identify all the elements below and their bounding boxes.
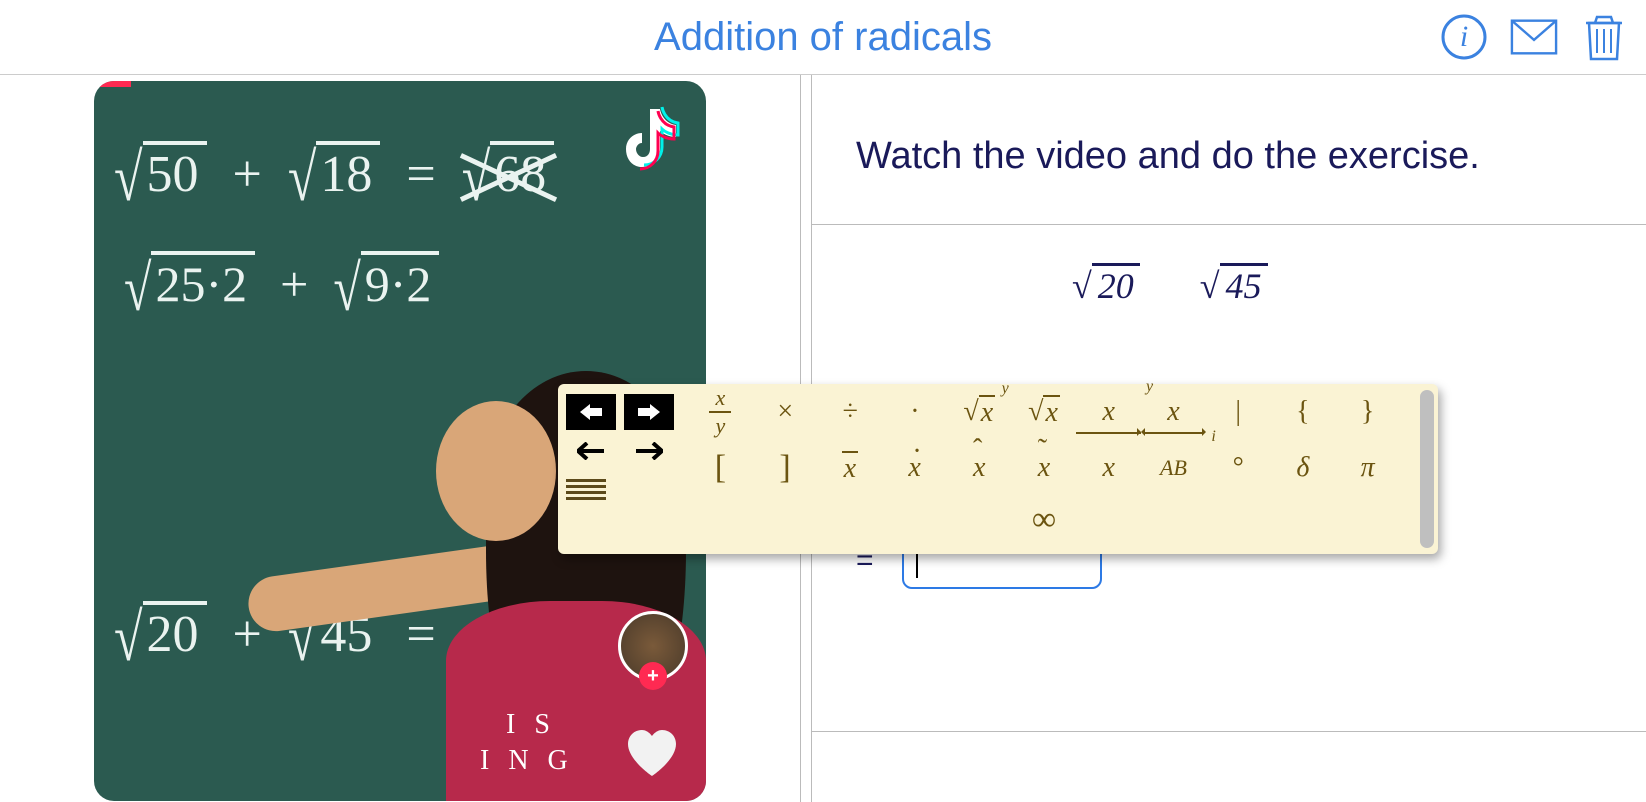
chalk-line-1: √50 + √18 = √68 (114, 141, 554, 204)
delta-button[interactable]: δ (1271, 440, 1336, 496)
follow-plus-icon[interactable]: + (639, 662, 667, 690)
tiktok-icon (624, 103, 684, 176)
trash-icon[interactable] (1580, 13, 1628, 61)
header-icons: i (1440, 13, 1628, 61)
vector-ab-button[interactable]: AB (1141, 440, 1206, 496)
exercise-expression: √20 √45 (1072, 265, 1268, 307)
like-icon[interactable] (624, 728, 680, 783)
avatar-icon[interactable]: + (618, 611, 688, 681)
rbracket-button[interactable]: ] (753, 440, 818, 496)
xdot-button[interactable]: ·x (882, 440, 947, 496)
toolbar-symbols: xy × ÷ · √x y√x xy xi | { } [ ] x ·x ˆx … (688, 384, 1416, 554)
xhat-button[interactable]: ˆx (947, 440, 1012, 496)
times-button[interactable]: × (753, 384, 818, 440)
toolbar-nav (558, 384, 688, 554)
video-progress[interactable] (94, 81, 131, 87)
cdot-button[interactable]: · (882, 384, 947, 440)
page-title: Addition of radicals (654, 15, 992, 60)
lbracket-button[interactable]: [ (688, 440, 753, 496)
xtilde-button[interactable]: ˜x (1012, 440, 1077, 496)
header: Addition of radicals i (0, 0, 1646, 75)
xbar-button[interactable]: x (817, 440, 882, 496)
pi-button[interactable]: π (1335, 440, 1400, 496)
rbrace-button[interactable]: } (1335, 384, 1400, 440)
menu-icon[interactable] (566, 476, 680, 503)
math-toolbar: xy × ÷ · √x y√x xy xi | { } [ ] x ·x ˆx … (558, 384, 1438, 554)
undo-button[interactable] (566, 394, 616, 430)
info-icon[interactable]: i (1440, 13, 1488, 61)
degree-button[interactable]: ° (1206, 440, 1271, 496)
nthroot-button[interactable]: y√x (1012, 384, 1077, 440)
lbrace-button[interactable]: { (1271, 384, 1336, 440)
fraction-button[interactable]: xy (688, 384, 753, 440)
cursor-right-button[interactable] (624, 436, 674, 466)
toolbar-scrollbar[interactable] (1420, 390, 1434, 548)
pipe-button[interactable]: | (1206, 384, 1271, 440)
infinity-button[interactable]: ∞ (1012, 496, 1077, 544)
redo-button[interactable] (624, 394, 674, 430)
cursor-left-button[interactable] (566, 436, 616, 466)
mail-icon[interactable] (1510, 13, 1558, 61)
svg-text:i: i (1460, 20, 1468, 53)
divide-button[interactable]: ÷ (817, 384, 882, 440)
divider-line-2 (812, 731, 1646, 732)
xarrow-button[interactable]: x (1076, 440, 1141, 496)
instructions-text: Watch the video and do the exercise. (812, 75, 1646, 224)
